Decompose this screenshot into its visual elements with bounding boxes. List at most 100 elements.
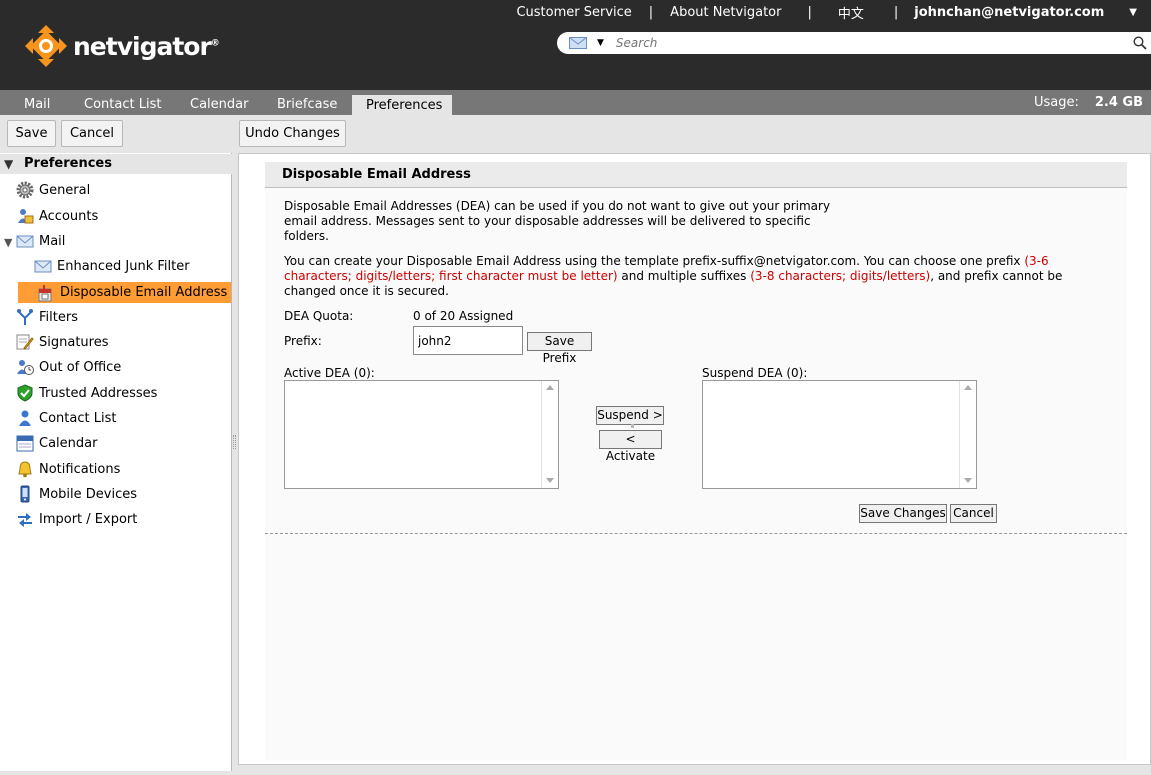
preferences-sidebar: ▼ Preferences General Accounts ▼ Mail En… bbox=[0, 153, 232, 771]
user-account-link[interactable]: johnchan@netvigator.com bbox=[914, 5, 1104, 20]
logo-compass-icon bbox=[25, 25, 67, 67]
prefix-input[interactable] bbox=[413, 326, 523, 355]
customer-service-link[interactable]: Customer Service bbox=[516, 5, 631, 20]
search-bar: ▼ bbox=[557, 32, 1151, 54]
sidebar-item-import-export[interactable]: Import / Export bbox=[16, 508, 137, 530]
active-dea-list[interactable] bbox=[284, 380, 559, 489]
sidebar-item-label: Accounts bbox=[39, 208, 99, 224]
search-scope-mail-icon[interactable] bbox=[569, 37, 587, 49]
collapse-mail-icon[interactable]: ▼ bbox=[4, 236, 12, 249]
sidebar-item-label: Mail bbox=[39, 233, 66, 249]
contact-icon bbox=[19, 410, 31, 426]
sidebar-item-out-of-office[interactable]: Out of Office bbox=[16, 356, 121, 378]
sidebar-item-label: Notifications bbox=[39, 461, 121, 477]
splitter-grip-icon[interactable] bbox=[233, 435, 236, 449]
mail-icon bbox=[16, 235, 34, 248]
envelope-icon bbox=[34, 260, 52, 273]
activate-button[interactable]: < Activate bbox=[599, 430, 662, 463]
sidebar-item-notifications[interactable]: Notifications bbox=[16, 458, 120, 480]
about-netvigator-link[interactable]: About Netvigator bbox=[670, 5, 781, 20]
sidebar-item-label: Filters bbox=[39, 309, 78, 325]
suspend-button[interactable]: Suspend > bbox=[596, 406, 664, 425]
signature-icon bbox=[16, 334, 34, 350]
search-icon[interactable] bbox=[1133, 36, 1147, 50]
sidebar-item-label: Mobile Devices bbox=[39, 486, 138, 502]
intro-text: Disposable Email Addresses (DEA) can be … bbox=[284, 199, 831, 243]
sidebar-item-trusted-addresses[interactable]: Trusted Addresses bbox=[16, 382, 157, 404]
tab-briefcase[interactable]: Briefcase bbox=[277, 95, 337, 115]
sidebar-item-general[interactable]: General bbox=[16, 179, 90, 201]
sidebar-item-signatures[interactable]: Signatures bbox=[16, 331, 109, 353]
link-separator: | bbox=[807, 4, 812, 20]
scroll-up-icon[interactable] bbox=[964, 385, 972, 390]
top-links: Customer Service | About Netvigator | 中文… bbox=[516, 3, 1151, 22]
prefix-label: Prefix: bbox=[284, 334, 322, 348]
template-text: You can create your Disposable Email Add… bbox=[284, 254, 1063, 298]
page-title: Disposable Email Address bbox=[282, 167, 471, 182]
sidebar-item-label: Out of Office bbox=[39, 359, 122, 375]
save-button[interactable]: Save bbox=[7, 120, 56, 147]
sidebar-item-filters[interactable]: Filters bbox=[16, 306, 78, 328]
logo-text: netvigator® bbox=[73, 31, 220, 61]
tab-preferences[interactable]: Preferences bbox=[352, 95, 452, 115]
mobile-icon bbox=[20, 485, 30, 503]
collapse-preferences-icon[interactable]: ▼ bbox=[4, 154, 13, 174]
filter-icon bbox=[17, 309, 33, 325]
preferences-tree-header[interactable]: ▼ Preferences bbox=[0, 154, 232, 174]
suspend-dea-list[interactable] bbox=[702, 380, 977, 489]
content-pane: Disposable Email Address Disposable Emai… bbox=[238, 153, 1151, 765]
sidebar-item-label: Trusted Addresses bbox=[39, 385, 158, 401]
usage-label: Usage: bbox=[1033, 95, 1079, 110]
gear-icon bbox=[16, 181, 34, 199]
import-export-icon bbox=[18, 513, 32, 527]
undo-changes-button[interactable]: Undo Changes bbox=[239, 120, 346, 147]
sidebar-item-calendar[interactable]: Calendar bbox=[16, 432, 97, 454]
active-dea-scrollbar[interactable] bbox=[541, 381, 558, 488]
scroll-up-icon[interactable] bbox=[546, 385, 554, 390]
scroll-down-icon[interactable] bbox=[546, 478, 554, 483]
netvigator-logo[interactable]: netvigator® bbox=[24, 24, 220, 68]
storage-usage: Usage: 2.4 GB bbox=[1034, 95, 1143, 110]
shield-icon bbox=[17, 384, 33, 402]
chinese-language-link[interactable]: 中文 bbox=[838, 3, 864, 22]
sidebar-item-label: Disposable Email Address bbox=[60, 285, 228, 300]
sidebar-item-label: Import / Export bbox=[39, 511, 138, 527]
quota-value: 0 of 20 Assigned bbox=[413, 309, 514, 323]
sidebar-item-label: Contact List bbox=[39, 410, 117, 426]
tab-calendar[interactable]: Calendar bbox=[190, 95, 248, 115]
sidebar-item-mobile-devices[interactable]: Mobile Devices bbox=[16, 483, 137, 505]
save-prefix-button[interactable]: Save Prefix bbox=[527, 332, 592, 365]
tab-mail[interactable]: Mail bbox=[24, 95, 50, 115]
section-divider bbox=[265, 533, 1127, 534]
sidebar-item-disposable-email-address[interactable]: Disposable Email Address bbox=[18, 282, 231, 303]
search-scope-caret-icon[interactable]: ▼ bbox=[597, 38, 604, 48]
active-dea-label: Active DEA (0): bbox=[284, 366, 375, 380]
accounts-icon bbox=[18, 209, 34, 224]
content-inner: Disposable Email Address Disposable Emai… bbox=[265, 162, 1127, 760]
scroll-down-icon[interactable] bbox=[964, 478, 972, 483]
sidebar-item-label: General bbox=[39, 182, 91, 198]
save-changes-button[interactable]: Save Changes bbox=[859, 504, 947, 523]
mailbox-icon bbox=[38, 284, 52, 301]
out-of-office-icon bbox=[17, 360, 34, 375]
tab-contact-list[interactable]: Contact List bbox=[84, 95, 161, 115]
cancel-changes-button[interactable]: Cancel bbox=[950, 504, 997, 523]
link-separator: | bbox=[893, 4, 899, 20]
link-separator: | bbox=[648, 4, 654, 20]
usage-value: 2.4 GB bbox=[1094, 95, 1143, 110]
sidebar-item-enhanced-junk-filter[interactable]: Enhanced Junk Filter bbox=[34, 255, 190, 277]
sidebar-item-label: Calendar bbox=[39, 435, 98, 451]
sidebar-item-label: Enhanced Junk Filter bbox=[57, 258, 190, 274]
sidebar-item-contact-list[interactable]: Contact List bbox=[16, 407, 116, 429]
app-header: netvigator® Customer Service | About Net… bbox=[0, 0, 1151, 90]
cancel-button[interactable]: Cancel bbox=[61, 120, 123, 147]
user-menu-caret-icon[interactable]: ▼ bbox=[1129, 7, 1137, 18]
suspend-dea-label: Suspend DEA (0): bbox=[702, 366, 808, 380]
search-input[interactable] bbox=[615, 36, 1116, 50]
preferences-tree-title: Preferences bbox=[24, 156, 112, 171]
calendar-icon bbox=[16, 435, 34, 452]
sidebar-item-mail[interactable]: Mail bbox=[16, 230, 65, 252]
suspend-dea-scrollbar[interactable] bbox=[959, 381, 976, 488]
sidebar-item-accounts[interactable]: Accounts bbox=[16, 205, 98, 227]
bell-icon bbox=[18, 461, 32, 478]
